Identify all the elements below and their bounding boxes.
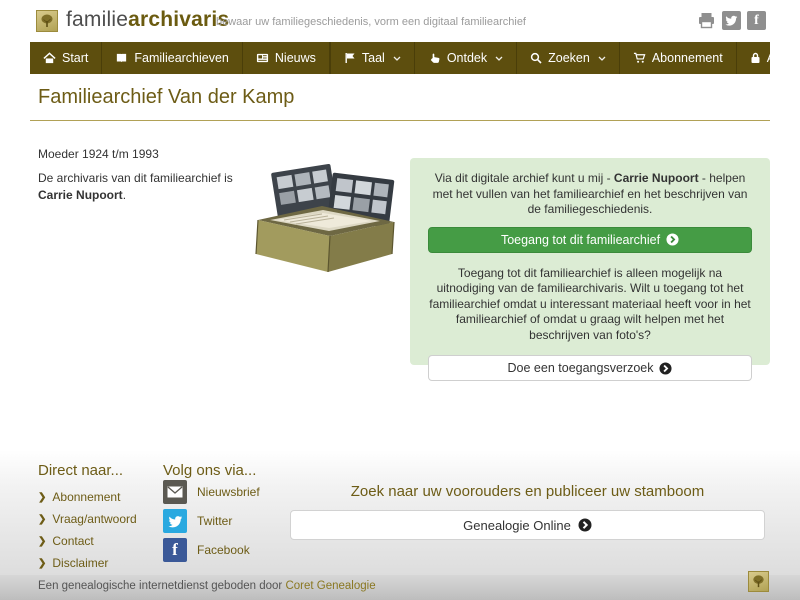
chevron-right-icon: ❯ — [38, 535, 47, 547]
page: familiearchivaris bewaar uw familiegesch… — [0, 0, 800, 600]
coret-genealogie-link[interactable]: Coret Genealogie — [285, 580, 375, 592]
direct-links: ❯ Abonnement ❯ Vraag/antwoord ❯ Contact ❯ Di… — [38, 486, 137, 574]
twitter-icon — [163, 509, 187, 533]
nav-label: Ontdek — [446, 51, 488, 65]
twitter-icon[interactable] — [722, 11, 741, 30]
footer-link-label: Abonnement — [52, 490, 121, 504]
site-tagline: bewaar uw familiegeschiedenis, vorm een … — [216, 16, 526, 28]
lock-icon — [751, 52, 760, 63]
chevron-right-icon: ❯ — [38, 557, 47, 569]
follow-link-twitter[interactable]: Twitter — [163, 509, 260, 533]
tree-icon — [41, 14, 53, 27]
nav-item-nieuws[interactable]: Nieuws — [243, 42, 330, 74]
direct-heading: Direct naar... — [38, 462, 124, 479]
page-title: Familiearchief Van der Kamp — [38, 86, 295, 108]
chevron-down-icon — [393, 56, 401, 61]
archivist-name: Carrie Nupoort — [38, 188, 123, 202]
brand-name[interactable]: familiearchivaris — [66, 8, 229, 32]
nav-label: Start — [62, 51, 89, 65]
envelope-icon — [163, 480, 187, 504]
nav-item-zoeken[interactable]: Zoeken — [516, 42, 619, 74]
follow-links: Nieuwsbrief Twitter f Facebook — [163, 480, 260, 567]
footer-link-label: Disclaimer — [52, 556, 109, 570]
search-icon — [530, 52, 542, 64]
home-icon — [43, 52, 56, 64]
bottom-bar: Een genealogische internetdienst geboden… — [0, 575, 800, 600]
access-button-label: Toegang tot dit familiearchief — [500, 232, 661, 247]
follow-heading: Volg ons via... — [163, 462, 257, 479]
footer-link-disclaimer[interactable]: ❯ Disclaimer — [38, 552, 137, 574]
nav-right-group: Taal Ontdek Zoeken Abonnement Aanm — [329, 42, 800, 74]
nav-item-familiearchieven[interactable]: Familiearchieven — [102, 42, 243, 74]
access-panel: Via dit digitale archief kunt u mij - Ca… — [410, 158, 770, 381]
credit-text-before: Een genealogische internetdienst geboden… — [38, 580, 286, 592]
footer-link-vraag-antwoord[interactable]: ❯ Vraag/antwoord — [38, 508, 137, 530]
archivist-text: De archivaris van dit familiearchief is … — [38, 170, 250, 204]
facebook-icon: f — [163, 538, 187, 562]
access-button[interactable]: Toegang tot dit familiearchief — [428, 226, 752, 253]
archivist-text-after: . — [122, 188, 127, 202]
arrow-circle-icon — [666, 233, 679, 246]
book-icon — [117, 53, 127, 63]
credit-text: Een genealogische internetdienst geboden… — [38, 580, 376, 592]
footer-link-label: Contact — [52, 534, 94, 548]
chevron-right-icon: ❯ — [38, 513, 47, 525]
follow-link-nieuwsbrief[interactable]: Nieuwsbrief — [163, 480, 260, 504]
tree-icon — [753, 575, 764, 588]
nav-label: Aanmelden — [766, 51, 800, 65]
site-header: familiearchivaris bewaar uw familiegesch… — [0, 0, 800, 42]
arrow-circle-icon — [659, 361, 673, 375]
title-divider — [30, 120, 770, 121]
chevron-down-icon — [598, 56, 606, 61]
flag-icon — [345, 53, 355, 63]
panel-intro-name: Carrie Nupoort — [613, 171, 699, 185]
printer-icon[interactable] — [697, 11, 716, 30]
genealogie-online-label: Genealogie Online — [463, 517, 571, 533]
nav-label: Familiearchieven — [134, 51, 229, 65]
archivist-text-before: De archivaris van dit familiearchief is — [38, 171, 233, 185]
request-access-button[interactable]: Doe een toegangsverzoek — [428, 355, 752, 381]
nav-item-ontdek[interactable]: Ontdek — [413, 42, 516, 74]
pointer-icon — [430, 53, 440, 63]
nav-item-abonnement[interactable]: Abonnement — [618, 42, 736, 74]
panel-request-text: Toegang tot dit familiearchief is alleen… — [429, 265, 751, 342]
panel-intro-text: Via dit digitale archief kunt u mij - Ca… — [428, 171, 752, 218]
follow-link-label: Twitter — [197, 514, 233, 528]
nav-item-taal[interactable]: Taal — [329, 42, 414, 74]
newspaper-icon — [256, 53, 268, 63]
panel-intro-before: Via dit digitale archief kunt u mij - — [434, 171, 614, 185]
nav-item-aanmelden[interactable]: Aanmelden — [735, 42, 800, 74]
brand-suffix: archivaris — [128, 8, 230, 31]
request-access-button-label: Doe een toegangsverzoek — [507, 361, 654, 375]
archive-subtitle: Moeder 1924 t/m 1993 — [38, 147, 159, 161]
follow-link-label: Nieuwsbrief — [197, 485, 260, 499]
nav-item-start[interactable]: Start — [30, 42, 103, 74]
brand-prefix: familie — [66, 8, 129, 31]
nav-label: Abonnement — [651, 51, 723, 65]
nav-label: Taal — [361, 51, 385, 65]
footer-logo[interactable] — [748, 571, 769, 592]
cart-icon — [633, 52, 646, 63]
header-icons: f — [697, 11, 766, 30]
promo-heading: Zoek naar uw voorouders en publiceer uw … — [350, 483, 705, 500]
follow-link-label: Facebook — [197, 543, 250, 557]
chevron-down-icon — [495, 56, 503, 61]
footer-link-label: Vraag/antwoord — [52, 512, 137, 526]
genealogie-online-button[interactable]: Genealogie Online — [290, 510, 765, 540]
nav-left-group: Start Familiearchieven Nieuws — [30, 42, 330, 74]
archive-box-photo — [250, 158, 406, 280]
facebook-icon[interactable]: f — [747, 11, 766, 30]
site-logo[interactable] — [36, 10, 58, 32]
main-navigation: Start Familiearchieven Nieuws Taal Ontde… — [30, 42, 800, 74]
nav-label: Zoeken — [548, 51, 590, 65]
nav-label: Nieuws — [274, 51, 316, 65]
footer: Direct naar... ❯ Abonnement ❯ Vraag/antwoo… — [0, 450, 800, 575]
footer-link-abonnement[interactable]: ❯ Abonnement — [38, 486, 137, 508]
follow-link-facebook[interactable]: f Facebook — [163, 538, 260, 562]
arrow-circle-icon — [578, 518, 592, 532]
chevron-right-icon: ❯ — [38, 491, 47, 503]
footer-link-contact[interactable]: ❯ Contact — [38, 530, 137, 552]
